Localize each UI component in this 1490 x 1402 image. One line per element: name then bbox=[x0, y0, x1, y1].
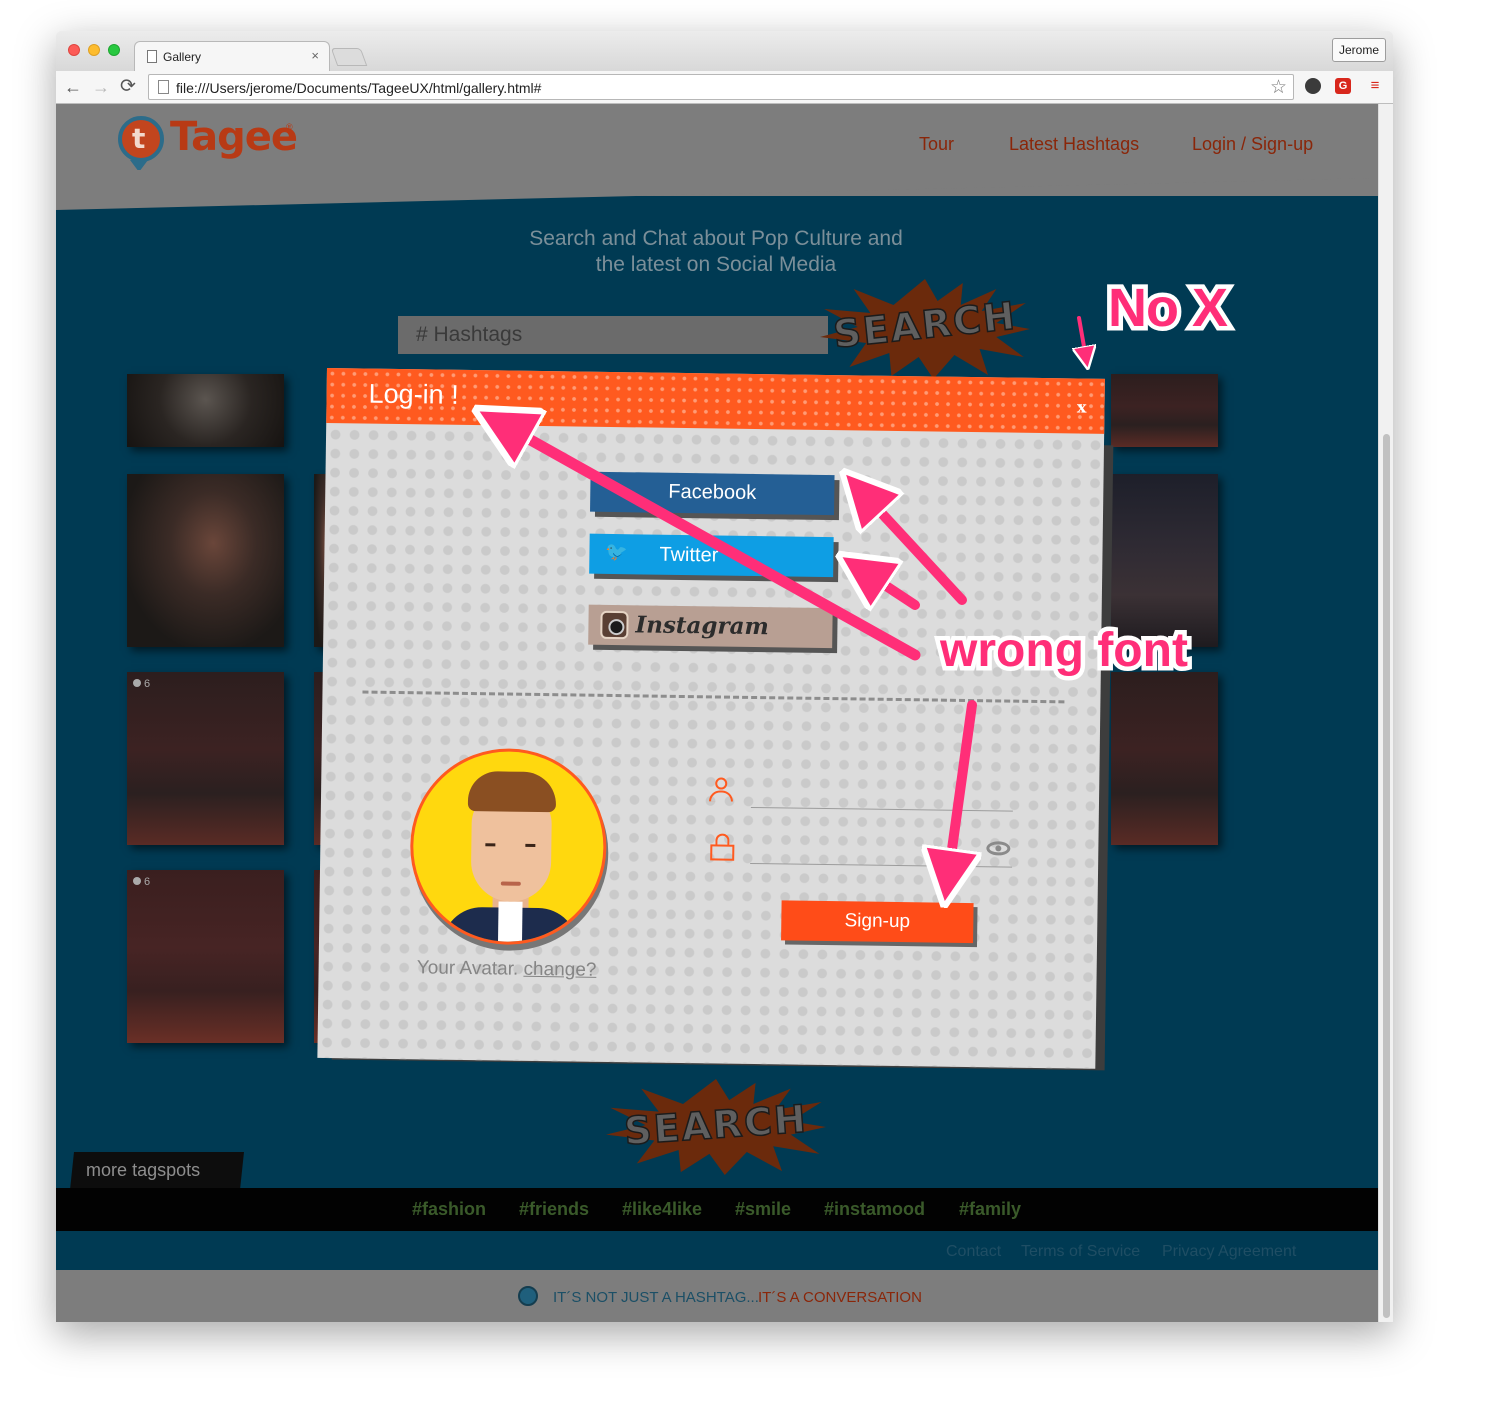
twitter-login-button[interactable]: 🐦 Twitter bbox=[589, 533, 834, 578]
registered-mark: ® bbox=[286, 122, 293, 132]
instagram-label: Instagram bbox=[635, 611, 770, 641]
thumb-photo bbox=[1111, 374, 1218, 447]
footer-privacy-link[interactable]: Privacy Agreement bbox=[1162, 1243, 1296, 1261]
avatar-hair bbox=[467, 771, 557, 813]
logo-mark: t bbox=[132, 122, 146, 155]
hashtag-link[interactable]: #instamood bbox=[824, 1199, 925, 1220]
gallery-thumb[interactable]: 6 bbox=[127, 870, 284, 1043]
login-modal: Log-in ! x Facebook 🐦 Twitter Instagram … bbox=[317, 368, 1105, 1069]
thumb-photo bbox=[127, 870, 284, 1043]
nav-login-signup-link[interactable]: Login / Sign-up bbox=[1192, 134, 1313, 155]
hashtag-link[interactable]: #fashion bbox=[412, 1199, 486, 1220]
comment-count: 6 bbox=[133, 678, 150, 690]
password-field[interactable] bbox=[750, 829, 1013, 868]
thumb-photo bbox=[127, 374, 284, 447]
comment-count: 6 bbox=[133, 876, 150, 888]
facebook-login-button[interactable]: Facebook bbox=[590, 471, 835, 516]
url-text[interactable]: file:///Users/jerome/Documents/TageeUX/h… bbox=[176, 80, 541, 96]
browser-menu-icon[interactable]: ≡ bbox=[1367, 78, 1383, 94]
tagee-logo-icon[interactable]: t bbox=[118, 116, 164, 162]
evernote-extension-icon[interactable] bbox=[1305, 78, 1321, 94]
address-bar[interactable]: file:///Users/jerome/Documents/TageeUX/h… bbox=[148, 74, 1294, 100]
avatar-collar bbox=[497, 901, 523, 946]
hashtag-link[interactable]: #like4like bbox=[622, 1199, 702, 1220]
twitter-label: Twitter bbox=[659, 543, 719, 567]
zoom-window-button[interactable] bbox=[108, 44, 120, 56]
avatar-caption-text: Your Avatar. bbox=[416, 957, 519, 980]
modal-close-button[interactable]: x bbox=[1077, 397, 1087, 416]
show-password-eye-icon[interactable] bbox=[986, 841, 1011, 856]
nav-tour-link[interactable]: Tour bbox=[919, 134, 954, 155]
avatar-eye bbox=[485, 843, 496, 847]
hashtag-link[interactable]: #friends bbox=[519, 1199, 589, 1220]
new-tab-button[interactable] bbox=[330, 48, 368, 66]
bottom-tagline-bar: IT´S NOT JUST A HASHTAG... IT´S A CONVER… bbox=[56, 1270, 1378, 1322]
hashtag-link[interactable]: #family bbox=[959, 1199, 1021, 1220]
avatar[interactable] bbox=[408, 747, 608, 946]
avatar-change-link[interactable]: change? bbox=[523, 959, 596, 981]
hero-line-2: the latest on Social Media bbox=[595, 253, 837, 276]
grammarly-extension-icon[interactable]: G bbox=[1335, 78, 1351, 94]
tab-title: Gallery bbox=[163, 50, 202, 64]
avatar-mouth bbox=[500, 881, 521, 886]
hashtag-search-input[interactable] bbox=[398, 316, 828, 354]
modal-title: Log-in ! bbox=[368, 378, 459, 410]
gallery-thumb[interactable] bbox=[1111, 374, 1218, 447]
tab-close-icon[interactable]: × bbox=[311, 48, 319, 63]
tagee-small-logo-icon bbox=[518, 1286, 538, 1306]
title-bar: Gallery × Jerome bbox=[56, 31, 1393, 71]
twitter-bird-icon: 🐦 bbox=[605, 541, 629, 563]
page-icon bbox=[158, 80, 169, 94]
bookmark-star-icon[interactable]: ☆ bbox=[1270, 76, 1287, 99]
nav-latest-hashtags-link[interactable]: Latest Hashtags bbox=[1009, 134, 1139, 155]
gallery-thumb[interactable] bbox=[1111, 474, 1218, 647]
footer-terms-link[interactable]: Terms of Service bbox=[1021, 1243, 1140, 1261]
gallery-thumb[interactable] bbox=[127, 374, 284, 447]
annotation-wrong-font: wrong font bbox=[936, 620, 1193, 682]
search-burst-button[interactable]: SEARCH bbox=[820, 279, 1030, 379]
scrollbar-thumb[interactable] bbox=[1383, 434, 1390, 1318]
thumb-photo bbox=[127, 672, 284, 845]
username-field[interactable] bbox=[750, 773, 1014, 812]
gallery-thumb[interactable]: 6 bbox=[127, 672, 284, 845]
hashtag-link[interactable]: #smile bbox=[735, 1199, 791, 1220]
logo-wordmark[interactable]: Tagee bbox=[170, 114, 298, 160]
reload-icon[interactable]: ⟳ bbox=[120, 76, 136, 98]
minimize-window-button[interactable] bbox=[88, 44, 100, 56]
thumb-photo bbox=[1111, 672, 1218, 845]
forward-arrow-icon[interactable]: → bbox=[92, 76, 110, 98]
annotation-no-x: No X bbox=[1103, 274, 1232, 343]
search-burst-bottom-button[interactable]: SEARCH bbox=[606, 1079, 826, 1175]
document-icon bbox=[147, 50, 157, 63]
avatar-eye bbox=[525, 843, 536, 847]
profile-button[interactable]: Jerome bbox=[1332, 38, 1386, 62]
tagline-part-1: IT´S NOT JUST A HASHTAG... bbox=[553, 1289, 759, 1306]
hashtag-bar: #fashion #friends #like4like #smile #ins… bbox=[56, 1188, 1378, 1231]
back-arrow-icon[interactable]: ← bbox=[64, 76, 82, 98]
thumb-photo bbox=[1111, 474, 1218, 647]
avatar-caption: Your Avatar. change? bbox=[408, 957, 604, 982]
tagline-part-2: IT´S A CONVERSATION bbox=[758, 1289, 922, 1306]
facebook-label: Facebook bbox=[668, 480, 757, 505]
hero-line-1: Search and Chat about Pop Culture and bbox=[529, 227, 903, 250]
instagram-login-button[interactable]: Instagram bbox=[588, 604, 833, 649]
vertical-scrollbar[interactable] bbox=[1378, 104, 1393, 1322]
close-window-button[interactable] bbox=[68, 44, 80, 56]
tab-gallery[interactable]: Gallery × bbox=[134, 41, 330, 71]
instagram-camera-icon bbox=[600, 610, 629, 640]
gallery-thumb[interactable] bbox=[1111, 672, 1218, 845]
browser-toolbar: ← → ⟳ file:///Users/jerome/Documents/Tag… bbox=[56, 71, 1393, 104]
signup-button[interactable]: Sign-up bbox=[781, 900, 974, 944]
more-tagspots-tab[interactable]: more tagspots bbox=[70, 1152, 244, 1190]
more-tagspots-label: more tagspots bbox=[86, 1160, 201, 1180]
footer-contact-link[interactable]: Contact bbox=[946, 1243, 1001, 1261]
dashed-divider bbox=[362, 690, 1065, 704]
gallery-thumb[interactable] bbox=[127, 474, 284, 647]
thumb-photo bbox=[127, 474, 284, 647]
hero-text: Search and Chat about Pop Culture and th… bbox=[476, 226, 956, 278]
modal-header: Log-in ! x bbox=[326, 368, 1105, 434]
